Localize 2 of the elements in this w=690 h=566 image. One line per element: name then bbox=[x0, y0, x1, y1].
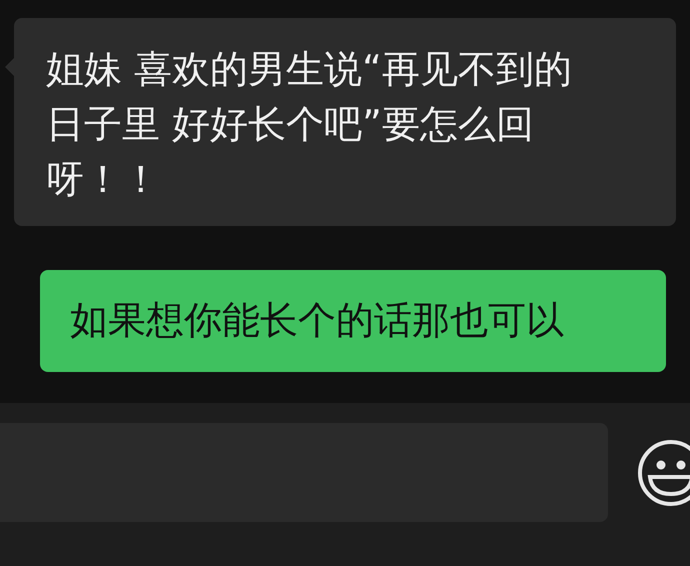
message-bubble: 如果想你能长个的话那也可以 bbox=[40, 270, 666, 372]
smiley-icon[interactable] bbox=[636, 438, 690, 508]
